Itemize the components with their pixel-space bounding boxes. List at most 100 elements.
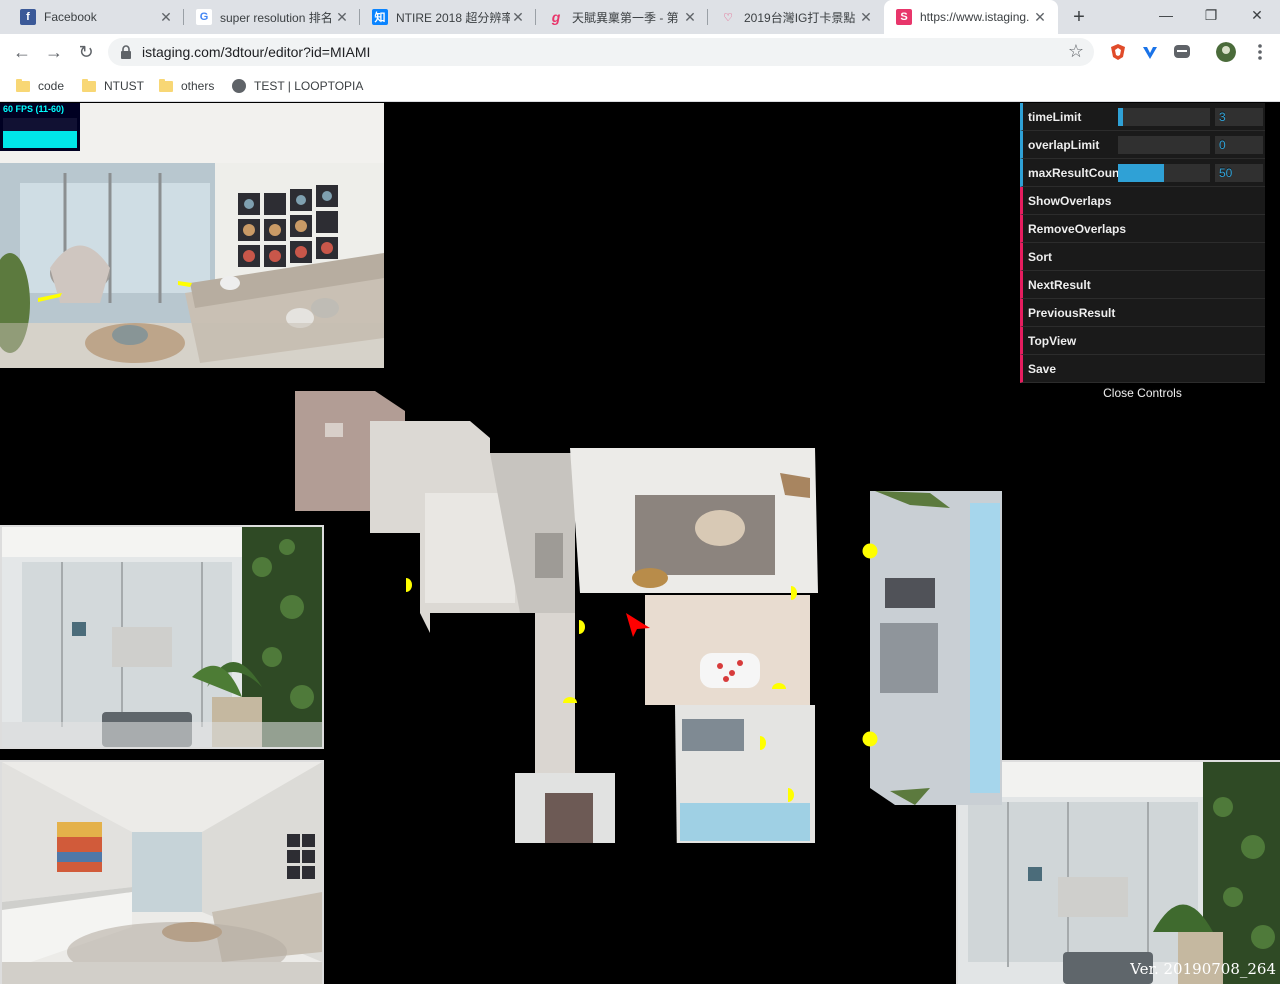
- close-tab-icon[interactable]: ✕: [510, 9, 526, 25]
- tab-title: https://www.istaging.: [920, 10, 1030, 24]
- bookmark-looptopia[interactable]: TEST | LOOPTOPIA: [232, 76, 363, 96]
- restore-button[interactable]: ❐: [1188, 0, 1234, 30]
- folder-icon: [16, 78, 30, 92]
- overlaplimit-input[interactable]: 0: [1215, 136, 1263, 154]
- floorplan-model[interactable]: [290, 383, 1010, 843]
- button-label: ShowOverlaps: [1028, 194, 1112, 208]
- sort-button[interactable]: Sort: [1020, 243, 1265, 271]
- tab-gamer[interactable]: g 天賦異稟第一季 - 第 ✕: [536, 0, 708, 34]
- room-detail: [700, 653, 760, 688]
- control-label: overlapLimit: [1028, 138, 1100, 152]
- reload-button[interactable]: ↻: [72, 38, 100, 66]
- control-timelimit: timeLimit 3: [1020, 103, 1265, 131]
- room-detail: [632, 568, 668, 588]
- room-detail: [535, 533, 563, 578]
- controls-panel: timeLimit 3 overlapLimit 0 maxResultCoun…: [1020, 103, 1265, 403]
- room-detail: [682, 719, 744, 751]
- close-tab-icon[interactable]: ✕: [682, 9, 698, 25]
- tab-title: 天賦異稟第一季 - 第: [572, 10, 679, 25]
- top-view-button[interactable]: TopView: [1020, 327, 1265, 355]
- panorama-thumbnail-glass-partition[interactable]: [0, 525, 324, 749]
- tab-istaging[interactable]: S https://www.istaging. ✕: [884, 0, 1058, 34]
- room-detail: [885, 578, 935, 608]
- control-label: timeLimit: [1028, 110, 1082, 124]
- close-window-button[interactable]: ✕: [1234, 0, 1280, 30]
- close-tab-icon[interactable]: ✕: [858, 9, 874, 25]
- back-button[interactable]: ←: [8, 38, 36, 66]
- address-bar[interactable]: istaging.com/3dtour/editor?id=MIAMI ☆: [108, 38, 1094, 66]
- control-label: maxResultCount: [1028, 166, 1124, 180]
- bookmark-label: others: [181, 79, 215, 93]
- facebook-icon: f: [20, 9, 36, 25]
- overlaplimit-slider[interactable]: [1118, 136, 1210, 154]
- close-controls-button[interactable]: Close Controls: [1020, 383, 1265, 403]
- tab-title: Facebook: [44, 10, 97, 24]
- pano-marker[interactable]: [862, 731, 878, 747]
- tab-strip: f Facebook ✕ G super resolution 排名 ✕ 知 N…: [0, 0, 1280, 34]
- tab-facebook[interactable]: f Facebook ✕: [8, 0, 184, 34]
- fps-graph-background: [3, 118, 77, 131]
- room-detail: [545, 793, 593, 843]
- bookmark-star-icon[interactable]: ☆: [1068, 41, 1084, 62]
- bookmark-others[interactable]: others: [159, 76, 214, 96]
- folder-icon: [82, 78, 96, 92]
- pano-marker[interactable]: [862, 543, 878, 559]
- next-result-button[interactable]: NextResult: [1020, 271, 1265, 299]
- room-detail: [680, 803, 810, 841]
- panorama-thumbnail-living-room[interactable]: 60 FPS (11-60): [0, 103, 384, 368]
- save-button[interactable]: Save: [1020, 355, 1265, 383]
- control-overlaplimit: overlapLimit 0: [1020, 131, 1265, 159]
- istaging-icon: S: [896, 9, 912, 25]
- profile-avatar-icon[interactable]: [1216, 42, 1236, 62]
- hallway-image: [2, 762, 322, 984]
- close-tab-icon[interactable]: ✕: [1032, 9, 1048, 25]
- forward-button[interactable]: →: [40, 38, 68, 66]
- maxresultcount-input[interactable]: 50: [1215, 164, 1263, 182]
- control-maxresultcount: maxResultCount 50: [1020, 159, 1265, 187]
- address-url: istaging.com/3dtour/editor?id=MIAMI: [142, 44, 371, 60]
- vpn-extension-icon[interactable]: [1140, 42, 1160, 62]
- tab-title: super resolution 排名: [220, 10, 333, 25]
- timelimit-input[interactable]: 3: [1215, 108, 1263, 126]
- pano-marker[interactable]: [406, 578, 412, 592]
- close-tab-icon[interactable]: ✕: [334, 9, 350, 25]
- previous-result-button[interactable]: PreviousResult: [1020, 299, 1265, 327]
- bookmark-ntust[interactable]: NTUST: [82, 76, 144, 96]
- bookmark-label: TEST | LOOPTOPIA: [254, 79, 364, 93]
- new-tab-button[interactable]: +: [1066, 5, 1092, 29]
- bookmark-label: NTUST: [104, 79, 144, 93]
- show-overlaps-button[interactable]: ShowOverlaps: [1020, 187, 1265, 215]
- panorama-thumbnail-hallway[interactable]: [0, 760, 324, 984]
- tab-title: 2019台灣IG打卡景點: [744, 10, 856, 25]
- room-detail: [695, 510, 745, 546]
- line-extension-icon[interactable]: [1172, 42, 1192, 62]
- remove-overlaps-button[interactable]: RemoveOverlaps: [1020, 215, 1265, 243]
- close-tab-icon[interactable]: ✕: [158, 9, 174, 25]
- button-label: Sort: [1028, 250, 1052, 264]
- bookmark-code[interactable]: code: [16, 76, 64, 96]
- fps-stats-panel[interactable]: 60 FPS (11-60): [0, 103, 80, 151]
- heart-icon: ♡: [723, 11, 733, 24]
- globe-icon: [232, 79, 246, 93]
- version-label: Ver. 20190708_264: [1130, 960, 1276, 978]
- slider-fill: [1118, 164, 1164, 182]
- timelimit-slider[interactable]: [1118, 108, 1210, 126]
- tab-zhihu[interactable]: 知 NTIRE 2018 超分辨率 ✕: [360, 0, 536, 34]
- lock-icon: [121, 45, 131, 59]
- button-label: PreviousResult: [1028, 306, 1116, 320]
- fps-label: 60 FPS (11-60): [3, 104, 65, 114]
- pano-marker[interactable]: [579, 620, 585, 634]
- brave-shield-icon[interactable]: [1108, 42, 1128, 62]
- button-label: RemoveOverlaps: [1028, 222, 1127, 236]
- browser-toolbar: ← → ↻ istaging.com/3dtour/editor?id=MIAM…: [0, 34, 1280, 70]
- tab-ig-spots[interactable]: ♡ 2019台灣IG打卡景點 ✕: [708, 0, 884, 34]
- room-detail: [970, 503, 1000, 793]
- maxresultcount-slider[interactable]: [1118, 164, 1210, 182]
- tab-google[interactable]: G super resolution 排名 ✕: [184, 0, 360, 34]
- menu-kebab-icon[interactable]: [1250, 42, 1270, 62]
- bookmark-label: code: [38, 79, 65, 93]
- minimize-button[interactable]: —: [1143, 0, 1189, 30]
- room-passage: [535, 613, 575, 773]
- editor-viewport[interactable]: 60 FPS (11-60) timeLimit 3 overlapLimit …: [0, 103, 1280, 984]
- button-label: TopView: [1028, 334, 1077, 348]
